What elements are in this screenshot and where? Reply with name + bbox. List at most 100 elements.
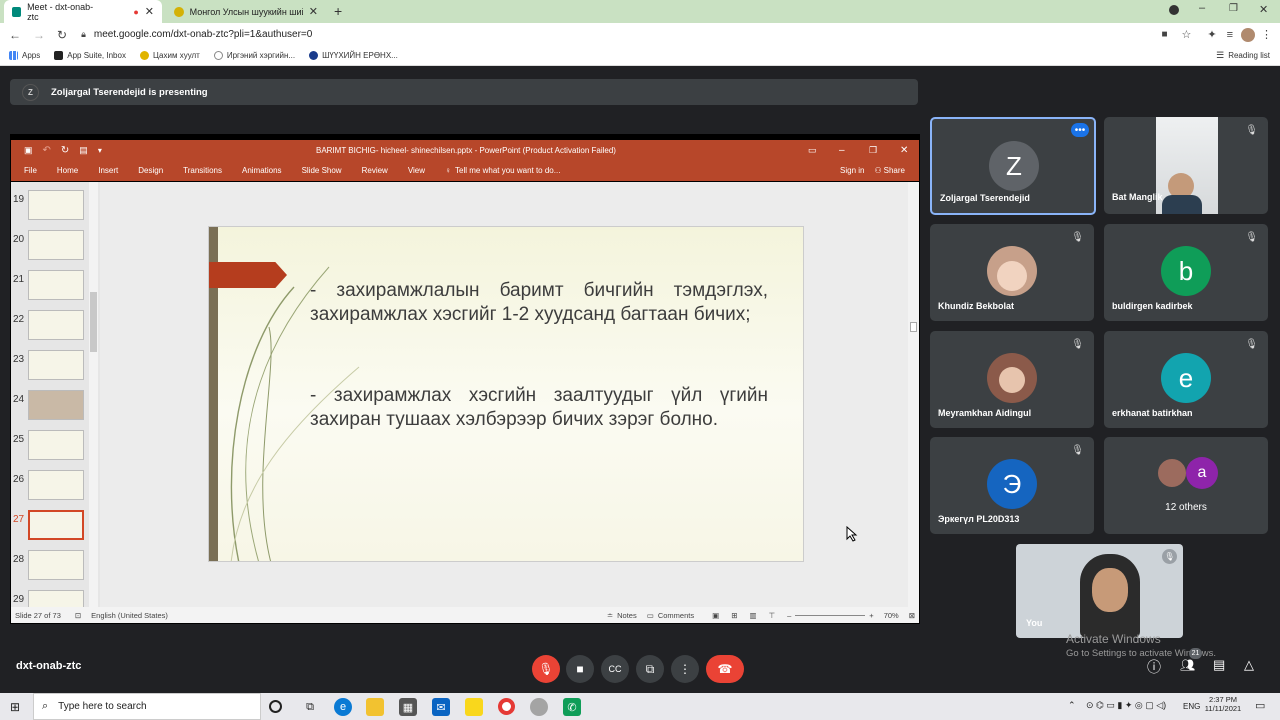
reading-view-icon[interactable]: ▥ bbox=[749, 611, 756, 620]
participant-tile-zoljargal[interactable]: Z ••• Zoljargal Tserendejid bbox=[930, 117, 1096, 215]
tab-search-icon[interactable] bbox=[1169, 5, 1179, 15]
windows-start-icon[interactable]: ⊞ bbox=[10, 700, 20, 714]
ribbon-tab-slideshow[interactable]: Slide Show bbox=[302, 166, 342, 175]
tray-chevron-icon[interactable]: ⌃ bbox=[1068, 700, 1076, 711]
participant-tile-others[interactable]: a 12 others bbox=[1104, 437, 1268, 534]
slide-27[interactable]: - захирамжлалын баримт бичгийн тэмдэглэх… bbox=[208, 226, 804, 562]
participant-tile-meyramkhan[interactable]: 🎙︎ Meyramkhan Aidingul bbox=[930, 331, 1094, 428]
slideshow-view-icon[interactable]: ⊤ bbox=[769, 611, 776, 620]
thumbnail-row-selected[interactable]: 27 bbox=[11, 510, 100, 546]
file-explorer-icon[interactable] bbox=[366, 698, 384, 716]
sticky-notes-icon[interactable] bbox=[465, 698, 483, 716]
bookmark-star-icon[interactable]: ☆ bbox=[1181, 28, 1191, 41]
bookmark-shuukh[interactable]: ШҮҮХИЙН ЕРӨНХ... bbox=[309, 51, 398, 60]
window-close-icon[interactable]: ✕ bbox=[1259, 3, 1268, 16]
menu-kebab-icon[interactable]: ⋮ bbox=[1261, 28, 1272, 41]
thumbnail-row[interactable]: 23 bbox=[11, 350, 100, 386]
thumbnail-row[interactable]: 21 bbox=[11, 270, 100, 306]
comments-button[interactable]: Comments bbox=[658, 611, 694, 620]
language-status[interactable]: English (United States) bbox=[91, 611, 168, 620]
share-button[interactable]: Share bbox=[884, 166, 905, 175]
ribbon-tab-view[interactable]: View bbox=[408, 166, 425, 175]
tray-icons[interactable]: ⊙ ⌬ ▭ ▮ ✦ ◎ ▢ ◁) bbox=[1086, 700, 1166, 711]
thumbnail-row[interactable]: 25 bbox=[11, 430, 100, 466]
ppt-minimize-icon[interactable]: – bbox=[839, 145, 845, 156]
ribbon-tab-design[interactable]: Design bbox=[138, 166, 163, 175]
minimize-icon[interactable]: – bbox=[1199, 2, 1205, 14]
participant-tile-bat[interactable]: 🎙︎ Bat Manglik bbox=[1104, 117, 1268, 214]
zoom-out-icon[interactable]: – bbox=[787, 611, 791, 620]
task-view-icon[interactable]: ⧉ bbox=[301, 698, 319, 716]
tab-close-icon[interactable]: ✕ bbox=[309, 5, 318, 18]
people-icon[interactable]: 👥︎ bbox=[1180, 658, 1195, 672]
captions-button[interactable]: CC bbox=[601, 655, 629, 683]
whatsapp-icon[interactable]: ✆ bbox=[563, 698, 581, 716]
app-icon[interactable] bbox=[530, 698, 548, 716]
mail-icon[interactable]: ✉ bbox=[432, 698, 450, 716]
thumbnail-scrollbar[interactable] bbox=[89, 182, 98, 607]
bookmark-app-suite[interactable]: App Suite, Inbox bbox=[54, 51, 126, 60]
ribbon-tab-home[interactable]: Home bbox=[57, 166, 78, 175]
chrome-icon[interactable] bbox=[498, 698, 515, 715]
spellcheck-icon[interactable]: ⊡ bbox=[75, 611, 81, 620]
camera-icon[interactable]: ■ bbox=[1161, 29, 1167, 40]
sorter-view-icon[interactable]: ⊞ bbox=[731, 611, 737, 620]
participant-tile-khundiz[interactable]: 🎙︎ Khundiz Bekbolat bbox=[930, 224, 1094, 321]
restore-icon[interactable]: ❐ bbox=[1229, 3, 1238, 14]
reload-icon[interactable]: ↻ bbox=[57, 28, 67, 42]
tab-meet[interactable]: Meet - dxt-onab-ztc ● ✕ bbox=[4, 0, 162, 23]
notification-center-icon[interactable]: ▭ bbox=[1255, 699, 1265, 712]
back-icon[interactable]: ← bbox=[9, 28, 21, 42]
language-indicator[interactable]: ENG bbox=[1183, 702, 1200, 711]
mic-toggle-button[interactable]: 🎙︎ bbox=[532, 655, 560, 683]
edge-icon[interactable]: e bbox=[334, 698, 352, 716]
ribbon-tab-transitions[interactable]: Transitions bbox=[183, 166, 222, 175]
sign-in-link[interactable]: Sign in bbox=[840, 166, 864, 175]
chat-icon[interactable]: ▤ bbox=[1213, 657, 1225, 673]
camera-toggle-button[interactable]: ■ bbox=[566, 655, 594, 683]
bookmark-apps[interactable]: Apps bbox=[9, 51, 40, 60]
undo-icon[interactable]: ↶ bbox=[43, 145, 51, 156]
forward-icon[interactable]: → bbox=[33, 28, 45, 42]
tab-court[interactable]: Монгол Улсын шуукийн шийдвэ ✕ bbox=[166, 0, 326, 23]
thumbnail-row[interactable]: 20 bbox=[11, 230, 100, 266]
more-options-button[interactable]: ⋮ bbox=[671, 655, 699, 683]
slide-vertical-scrollbar[interactable] bbox=[908, 182, 919, 607]
bookmark-tsakhim[interactable]: Цахим хуулт bbox=[139, 51, 200, 60]
cortana-icon[interactable] bbox=[269, 700, 282, 713]
leave-call-button[interactable]: ☎ bbox=[706, 655, 744, 683]
slideshow-start-icon[interactable]: ▤ bbox=[79, 145, 88, 156]
ribbon-options-icon[interactable]: ▭ bbox=[808, 145, 817, 156]
thumbnail-row[interactable]: 24 bbox=[11, 390, 100, 426]
normal-view-icon[interactable]: ▣ bbox=[712, 611, 719, 620]
profile-avatar[interactable] bbox=[1241, 27, 1255, 42]
thumbnail-row[interactable]: 26 bbox=[11, 470, 100, 506]
zoom-level[interactable]: 70% bbox=[884, 611, 899, 620]
participant-tile-buldirgen[interactable]: b 🎙︎ buldirgen kadirbek bbox=[1104, 224, 1268, 321]
lock-icon[interactable]: 🔒︎ bbox=[81, 29, 86, 40]
ribbon-tab-animations[interactable]: Animations bbox=[242, 166, 282, 175]
zoom-in-icon[interactable]: + bbox=[869, 611, 873, 620]
tell-me-box[interactable]: Tell me what you want to do... bbox=[455, 166, 560, 175]
store-icon[interactable]: ▦ bbox=[399, 698, 417, 716]
participant-tile-erkhanat[interactable]: e 🎙︎ erkhanat batirkhan bbox=[1104, 331, 1268, 428]
zoom-slider[interactable] bbox=[795, 614, 866, 616]
ribbon-tab-insert[interactable]: Insert bbox=[98, 166, 118, 175]
reading-list[interactable]: ☰ Reading list bbox=[1216, 50, 1270, 61]
ribbon-tab-review[interactable]: Review bbox=[362, 166, 388, 175]
customize-qat-icon[interactable]: ▾ bbox=[98, 146, 102, 155]
ppt-restore-icon[interactable]: ❐ bbox=[869, 145, 877, 156]
ribbon-tab-file[interactable]: File bbox=[24, 166, 37, 175]
thumbnail-row[interactable]: 19 bbox=[11, 190, 100, 226]
extensions-icon[interactable]: ✦ bbox=[1207, 28, 1216, 41]
meeting-info-icon[interactable]: ⓘ bbox=[1147, 657, 1161, 677]
thumbnail-scroll-thumb[interactable] bbox=[90, 292, 97, 352]
save-icon[interactable]: ▣ bbox=[24, 145, 33, 156]
new-tab-icon[interactable]: + bbox=[334, 3, 342, 19]
thumbnail-row[interactable]: 29 bbox=[11, 590, 100, 607]
fit-slide-icon[interactable]: ⊠ bbox=[909, 611, 915, 620]
address-bar[interactable]: meet.google.com/dxt-onab-ztc?pli=1&authu… bbox=[94, 29, 312, 40]
tab-close-icon[interactable]: ✕ bbox=[145, 5, 154, 18]
participant-tile-erkegul[interactable]: Э 🎙︎ Эркегүл PL20D313 bbox=[930, 437, 1094, 534]
more-options-icon[interactable]: ••• bbox=[1071, 123, 1089, 137]
